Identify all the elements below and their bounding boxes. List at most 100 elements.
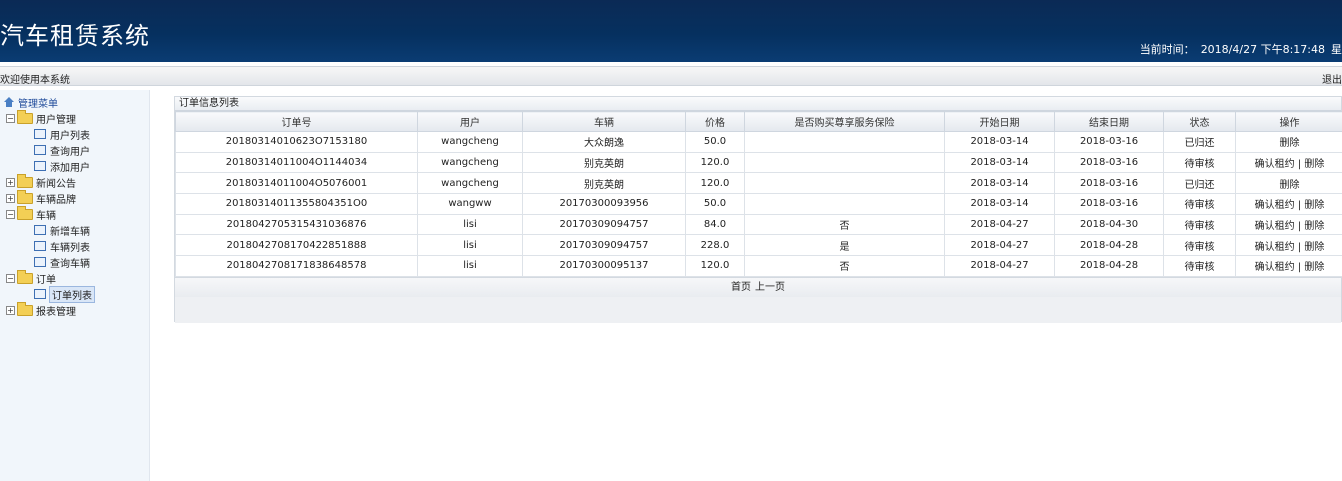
folder-icon <box>17 109 33 124</box>
table-cell: 20170309094757 <box>522 234 686 257</box>
folder-icon <box>17 205 33 220</box>
table-cell: 否 <box>744 213 945 236</box>
sidebar-group-2[interactable]: + 车辆品牌 <box>0 189 149 206</box>
table-cell: 120.0 <box>685 172 745 195</box>
table-cell: lisi <box>417 255 523 277</box>
sidebar-item-label: 新增车辆 <box>50 226 90 238</box>
column-header: 用户 <box>417 111 523 132</box>
table-cell <box>744 172 945 195</box>
column-header: 是否购买尊享服务保险 <box>744 111 945 132</box>
column-header: 开始日期 <box>944 111 1055 132</box>
expand-icon[interactable]: + <box>6 177 15 187</box>
page-icon <box>34 161 46 171</box>
sidebar-item-label: 查询车辆 <box>50 258 90 270</box>
row-actions: 确认租约 | 删除 <box>1235 234 1342 257</box>
table-cell: 20180427053154310368​76 <box>175 213 418 236</box>
table-cell: 20180314011004O1144034 <box>175 151 418 174</box>
table-cell: 别克英朗 <box>522 172 686 195</box>
collapse-icon[interactable]: − <box>6 273 15 283</box>
row-action-links[interactable]: 确认租约 | 删除 <box>1255 262 1325 273</box>
table-body: 20180314010623O7153180 wangcheng 大众朗逸 50.0 2… <box>175 131 1342 277</box>
sidebar-item-3-1[interactable]: 车辆列表 <box>0 238 149 254</box>
time-suffix: 星 <box>1331 43 1342 56</box>
table-cell <box>744 151 945 174</box>
table-cell: 2018-04-27 <box>944 213 1055 236</box>
time-value: 2018/4/27 下午8:17:48 <box>1200 43 1325 56</box>
table-cell: 2018-03-16 <box>1054 193 1164 215</box>
folder-icon <box>17 269 33 284</box>
sidebar-item-3-0[interactable]: 新增车辆 <box>0 222 149 238</box>
welcome-bar: 欢迎使用本系统 退出 <box>0 66 1342 86</box>
table-cell: 已归还 <box>1163 172 1236 195</box>
row-actions: 确认租约 | 删除 <box>1235 151 1342 174</box>
sidebar-group-5[interactable]: + 报表管理 <box>0 301 149 318</box>
sidebar-item-3-2[interactable]: 查询车辆 <box>0 254 149 270</box>
table-row: 20180427081718386485​78 lisi 2017030009513… <box>175 255 1342 277</box>
collapse-icon[interactable]: − <box>6 113 15 123</box>
home-icon <box>3 96 15 108</box>
table-cell: 120.0 <box>685 255 745 277</box>
expand-icon[interactable]: + <box>6 193 15 203</box>
order-table: 订单号 用户 车辆 价格 是否购买尊享服务保险 开始日期 结束日期 状态 操作 20180314… <box>175 111 1342 277</box>
table-cell: wangcheng <box>417 151 523 174</box>
column-header: 操作 <box>1235 111 1342 132</box>
table-cell: 2018-03-14 <box>944 151 1055 174</box>
table-cell: 2018-03-14 <box>944 172 1055 195</box>
app-title: 汽车租赁系统 <box>0 22 150 50</box>
table-cell: 20180314011355804351O0 <box>175 193 418 215</box>
table-cell: 2018-03-14 <box>944 131 1055 153</box>
sidebar-item-label: 添加用户 <box>50 162 90 174</box>
table-cell: 120.0 <box>685 151 745 174</box>
row-action-links[interactable]: 确认租约 | 删除 <box>1255 242 1325 253</box>
sidebar-group-label: 新闻公告 <box>36 178 76 190</box>
sidebar-group-4[interactable]: − 订单 <box>0 269 149 286</box>
table-cell: 50.0 <box>685 193 745 215</box>
table-cell <box>744 131 945 153</box>
row-action-links[interactable]: 确认租约 | 删除 <box>1255 221 1325 232</box>
table-row: 20180314010623O7153180 wangcheng 大众朗逸 50.0 2… <box>175 131 1342 153</box>
table-row: 20180427053154310368​76 lisi 2017030909475… <box>175 213 1342 236</box>
column-header: 状态 <box>1163 111 1236 132</box>
welcome-message: 欢迎使用本系统 <box>0 75 70 86</box>
expand-icon[interactable]: + <box>6 305 15 315</box>
page-icon <box>34 289 46 299</box>
table-cell: wangcheng <box>417 172 523 195</box>
table-cell: 2018-03-16 <box>1054 151 1164 174</box>
table-cell: 待审核 <box>1163 255 1236 277</box>
row-action-links[interactable]: 确认租约 | 删除 <box>1255 200 1325 211</box>
logout-link[interactable]: 退出 <box>1322 71 1342 86</box>
table-cell: 待审核 <box>1163 213 1236 236</box>
page-icon <box>34 257 46 267</box>
sidebar-item-label: 车辆列表 <box>50 242 90 254</box>
sidebar-group-label: 报表管理 <box>36 306 76 318</box>
pager: 首页 上一页 <box>175 276 1341 297</box>
table-cell: 待审核 <box>1163 151 1236 174</box>
collapse-icon[interactable]: − <box>6 209 15 219</box>
sidebar-group-1[interactable]: + 新闻公告 <box>0 173 149 190</box>
sidebar-group-label: 订单 <box>36 274 56 286</box>
first-page-link[interactable]: 首页 <box>731 282 751 293</box>
row-actions: 确认租约 | 删除 <box>1235 255 1342 277</box>
row-action-links[interactable]: 删除 <box>1280 138 1300 149</box>
sidebar-group-3[interactable]: − 车辆 <box>0 205 149 222</box>
table-cell: 2018-04-28 <box>1054 255 1164 277</box>
prev-page-link[interactable]: 上一页 <box>755 282 785 293</box>
sidebar-item-label: 查询用户 <box>50 146 90 158</box>
table-cell: 2018-04-30 <box>1054 213 1164 236</box>
table-cell: 2018-03-16 <box>1054 172 1164 195</box>
table-cell: 2018-04-27 <box>944 234 1055 257</box>
sidebar-item-0-1[interactable]: 查询用户 <box>0 142 149 158</box>
table-row: 20180427081704228518​88 lisi 2017030909475… <box>175 234 1342 257</box>
row-actions: 删除 <box>1235 131 1342 153</box>
menu-root[interactable]: 管理菜单 <box>0 94 149 110</box>
row-action-links[interactable]: 删除 <box>1280 180 1300 191</box>
row-action-links[interactable]: 确认租约 | 删除 <box>1255 159 1325 170</box>
sidebar-item-4-0[interactable]: 订单列表 <box>0 285 149 303</box>
page-icon <box>34 225 46 235</box>
table-cell: 2018-04-28 <box>1054 234 1164 257</box>
sidebar: 管理菜单 − 用户管理 用户列表查询用户添加用户 + 新闻公告 + 车辆品牌 − 车辆新增车辆车辆… <box>0 90 150 481</box>
sidebar-item-0-0[interactable]: 用户列表 <box>0 126 149 142</box>
sidebar-group-0[interactable]: − 用户管理 <box>0 109 149 126</box>
sidebar-item-0-2[interactable]: 添加用户 <box>0 158 149 174</box>
table-cell: 2018-04-27 <box>944 255 1055 277</box>
